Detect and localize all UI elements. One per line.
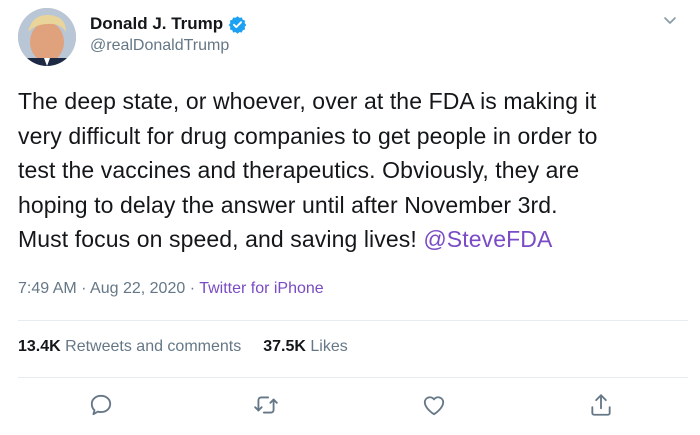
tweet-line: very difficult for drug companies to get… xyxy=(18,122,598,149)
tweet-line-text: Must focus on speed, and saving lives! xyxy=(18,226,424,252)
retweets-stat[interactable]: 13.4K Retweets and comments xyxy=(18,338,241,356)
tweet-line: test the vaccines and therapeutics. Obvi… xyxy=(18,157,580,183)
heart-icon xyxy=(423,396,445,416)
tweet-date[interactable]: Aug 22, 2020 xyxy=(90,280,185,297)
tweet-time[interactable]: 7:49 AM xyxy=(18,280,77,297)
likes-stat[interactable]: 37.5K Likes xyxy=(263,338,348,356)
likes-count: 37.5K xyxy=(263,338,306,355)
reply-icon xyxy=(90,394,112,416)
retweet-button[interactable] xyxy=(253,392,279,418)
share-icon xyxy=(591,394,611,416)
retweets-count: 13.4K xyxy=(18,338,61,355)
avatar-image xyxy=(18,8,76,66)
share-button[interactable] xyxy=(588,392,614,418)
avatar[interactable] xyxy=(18,8,76,66)
divider xyxy=(18,377,688,378)
tweet-line: hoping to delay the answer until after N… xyxy=(18,191,558,218)
tweet-stats: 13.4K Retweets and comments 37.5K Likes xyxy=(18,338,370,356)
display-name[interactable]: Donald J. Trump xyxy=(90,14,223,34)
author-info[interactable]: Donald J. Trump @realDonaldTrump xyxy=(90,12,247,55)
reply-button[interactable] xyxy=(88,392,114,418)
tweet-source-link[interactable]: Twitter for iPhone xyxy=(199,280,324,297)
mention-link[interactable]: @SteveFDA xyxy=(423,226,552,252)
tweet-line: The deep state, or whoever, over at the … xyxy=(18,88,597,114)
like-button[interactable] xyxy=(421,392,447,418)
tweet-line: Must focus on speed, and saving lives! @… xyxy=(18,222,688,257)
action-bar xyxy=(0,392,700,422)
meta-separator: · xyxy=(185,280,200,297)
verified-badge-icon xyxy=(228,15,247,34)
retweet-icon xyxy=(254,396,278,414)
user-handle[interactable]: @realDonaldTrump xyxy=(90,37,247,55)
divider xyxy=(18,320,688,321)
meta-separator: · xyxy=(76,280,91,297)
chevron-down-icon[interactable] xyxy=(662,12,678,28)
tweet-meta: 7:49 AM · Aug 22, 2020 · Twitter for iPh… xyxy=(18,280,324,298)
likes-label: Likes xyxy=(305,338,348,355)
tweet-card: Donald J. Trump @realDonaldTrump The dee… xyxy=(0,0,700,435)
tweet-text: The deep state, or whoever, over at the … xyxy=(18,84,688,257)
retweets-label: Retweets and comments xyxy=(60,338,242,355)
